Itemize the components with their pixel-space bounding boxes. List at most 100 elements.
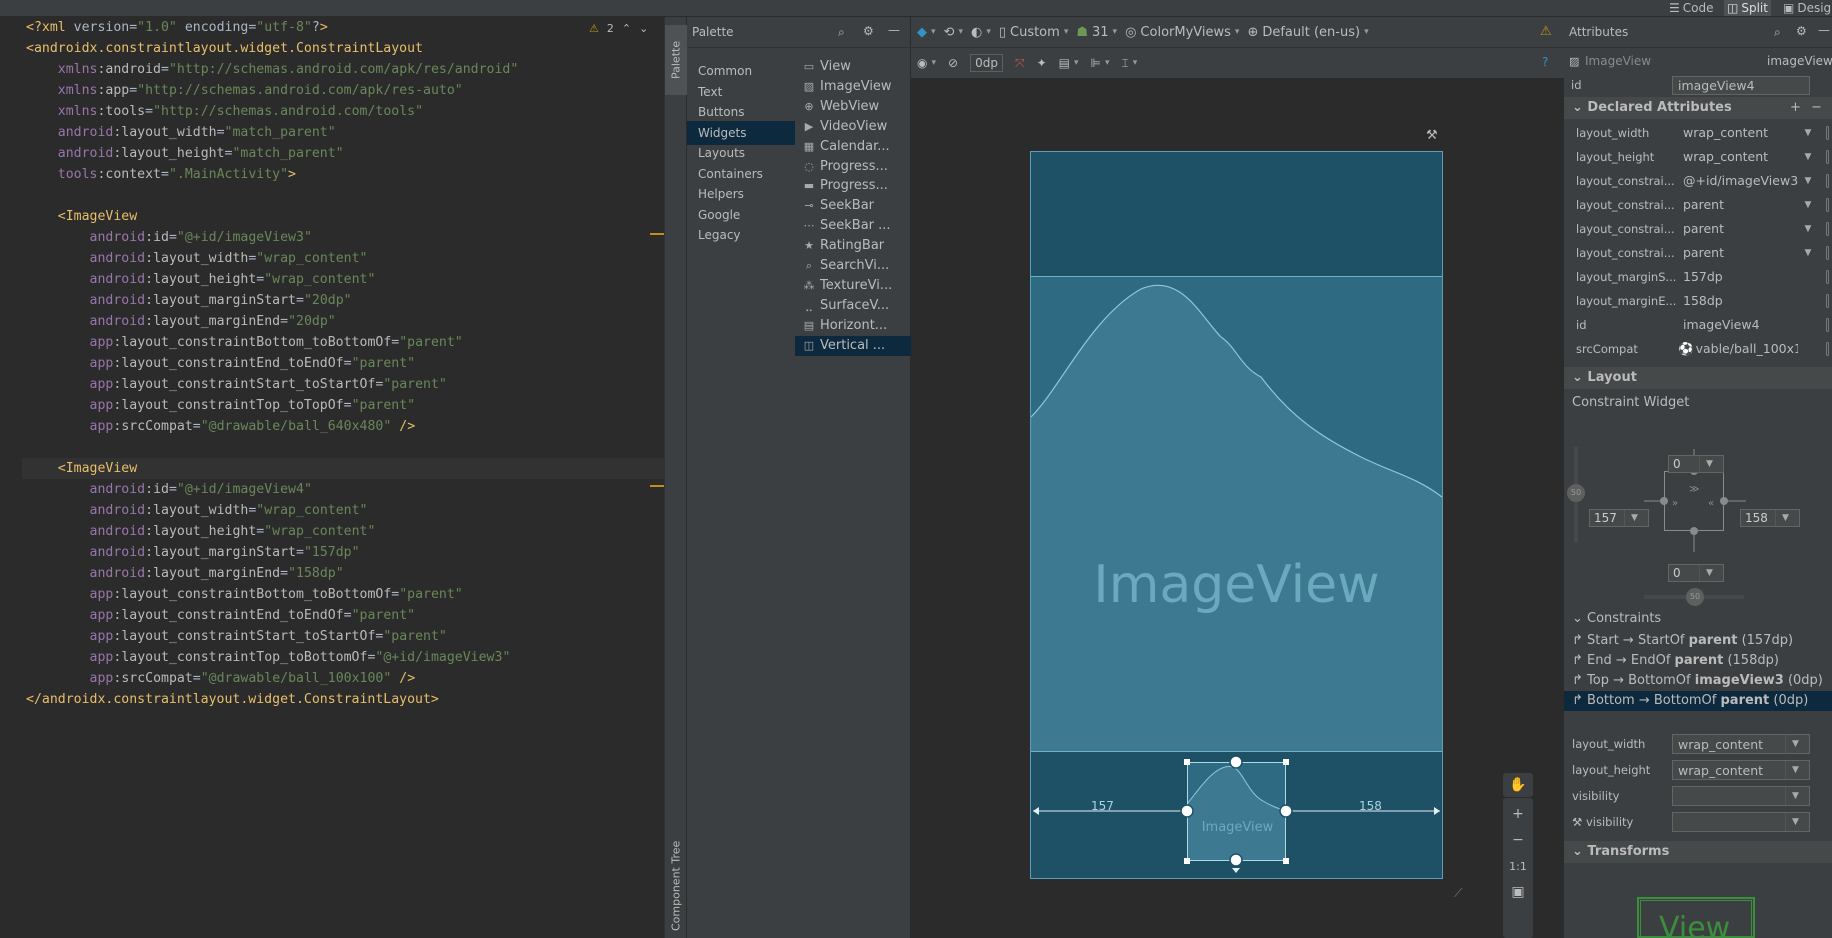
palette-widget-item[interactable]: ▶ VideoView <box>795 117 911 137</box>
palette-widget-item[interactable]: ◫ Vertical ... <box>795 335 911 356</box>
dropdown-arrow-icon[interactable]: ▼ <box>1785 787 1805 805</box>
code-line[interactable]: android:id="@+id/imageView4" <box>26 479 312 500</box>
dropdown-arrow-icon[interactable]: ▼ <box>1798 220 1818 238</box>
code-line[interactable]: <ImageView <box>26 458 137 479</box>
constraint-item[interactable]: ↱ Top → BottomOf imageView3 (0dp) <box>1564 671 1832 691</box>
declared-attribute-row[interactable]: layout_constrai... parent ▼ <box>1564 217 1832 241</box>
transforms-section-header[interactable]: ⌄ Transforms <box>1564 841 1832 863</box>
infer-constraints-icon[interactable]: ✦ <box>1037 56 1047 70</box>
palette-category-legacy[interactable]: Legacy <box>687 223 795 247</box>
layout-attribute-dropdown[interactable]: ▼ <box>1672 812 1810 832</box>
constraint-item[interactable]: ↱ End → EndOf parent (158dp) <box>1564 651 1832 671</box>
margin-end-spinner[interactable]: 158 ▼ <box>1740 509 1800 527</box>
design-mode-button[interactable]: ▣Design <box>1780 0 1832 16</box>
attribute-resource-picker[interactable] <box>1826 270 1829 284</box>
palette-widget-item[interactable]: ▬ Progress... <box>795 176 911 196</box>
gear-icon[interactable]: ⚙ <box>863 24 874 38</box>
attribute-value[interactable]: wrap_content <box>1683 125 1768 140</box>
constraints-header[interactable]: ⌄ Constraints <box>1572 611 1661 626</box>
locale-dropdown[interactable]: ⊕ Default (en-us) ▾ <box>1247 25 1368 40</box>
attribute-value[interactable]: parent <box>1683 197 1724 212</box>
attribute-resource-picker[interactable] <box>1826 318 1829 332</box>
attribute-value[interactable]: parent <box>1683 245 1724 260</box>
code-line[interactable]: app:layout_constraintBottom_toBottomOf="… <box>26 584 463 605</box>
declared-attribute-row[interactable]: layout_constrai... parent ▼ <box>1564 241 1832 265</box>
dropdown-arrow-icon[interactable]: ▼ <box>1785 813 1805 831</box>
layout-attribute-dropdown[interactable]: ▼ <box>1672 786 1810 806</box>
declared-attribute-row[interactable]: srcCompat ⚽vable/ball_100x100 <box>1564 337 1832 361</box>
code-line[interactable]: android:layout_marginEnd="158dp" <box>26 563 344 584</box>
remove-attribute-icon[interactable]: − <box>1811 97 1822 119</box>
attribute-resource-picker[interactable] <box>1826 246 1829 260</box>
constraint-item[interactable]: ↱ Bottom → BottomOf parent (0dp) <box>1564 691 1832 711</box>
dropdown-arrow-icon[interactable]: ▼ <box>1798 172 1818 190</box>
api-dropdown[interactable]: ☗ 31 ▾ <box>1076 25 1117 40</box>
code-line[interactable]: android:layout_width="match_parent" <box>26 122 336 143</box>
declared-attribute-row[interactable]: layout_constrai... @+id/imageView3 ▼ <box>1564 169 1832 193</box>
warning-stripe[interactable] <box>650 485 664 487</box>
layout-section-header[interactable]: ⌄ Layout <box>1564 367 1832 389</box>
zoom-fit-icon[interactable]: ▣ <box>1503 880 1533 904</box>
declared-attributes-header[interactable]: ⌄ Declared Attributes + − <box>1564 97 1832 119</box>
palette-widget-item[interactable]: ▭ View <box>795 57 911 77</box>
declared-attribute-row[interactable]: layout_marginS... 157dp <box>1564 265 1832 289</box>
palette-widget-item[interactable]: ⊸ SeekBar <box>795 196 911 216</box>
autoconnect-icon[interactable]: ⊘ <box>948 56 958 70</box>
code-line[interactable]: android:layout_marginEnd="20dp" <box>26 311 336 332</box>
orientation-toggle[interactable]: ⟲ ▾ <box>944 25 963 40</box>
palette-widget-item[interactable]: ⋯ SeekBar ... <box>795 216 911 236</box>
code-line[interactable]: app:layout_constraintEnd_toEndOf="parent… <box>26 605 416 626</box>
device-screen[interactable]: ImageView ImageView 157 158 <box>1030 151 1443 879</box>
code-line[interactable]: tools:context=".MainActivity"> <box>26 164 296 185</box>
declared-attribute-row[interactable]: layout_marginE... 158dp <box>1564 289 1832 313</box>
zoom-out-icon[interactable]: − <box>1503 828 1533 852</box>
attribute-resource-picker[interactable] <box>1826 342 1829 356</box>
dropdown-arrow-icon[interactable]: ▼ <box>1798 148 1818 166</box>
dropdown-arrow-icon[interactable]: ▼ <box>1699 565 1719 581</box>
palette-widget-item[interactable]: ⊕ WebView <box>795 97 911 117</box>
pan-icon[interactable]: ✋ <box>1503 773 1533 797</box>
palette-tab[interactable]: Palette <box>665 25 687 95</box>
palette-widget-item[interactable]: ▤ Horizont... <box>795 316 911 336</box>
dropdown-arrow-icon[interactable]: ▼ <box>1798 124 1818 142</box>
pack-icon[interactable]: ▤ ▾ <box>1059 56 1079 70</box>
zoom-in-icon[interactable]: + <box>1503 802 1533 826</box>
minimize-icon[interactable]: — <box>1818 23 1830 37</box>
warning-stripe[interactable] <box>650 233 664 235</box>
attribute-resource-picker[interactable] <box>1826 174 1829 188</box>
zoom-actual-button[interactable]: 1:1 <box>1503 854 1533 878</box>
code-line[interactable]: android:layout_width="wrap_content" <box>26 248 368 269</box>
editor-inspection-widget[interactable]: ⚠ 2 ⌃ ⌄ <box>589 22 648 35</box>
dropdown-arrow-icon[interactable]: ▼ <box>1699 456 1719 472</box>
align-icon[interactable]: ⊫ ▾ <box>1091 56 1110 70</box>
declared-attribute-row[interactable]: id imageView4 <box>1564 313 1832 337</box>
attribute-value[interactable]: wrap_content <box>1683 149 1768 164</box>
component-tree-tab[interactable]: Component Tree <box>665 837 687 935</box>
palette-widget-item[interactable]: ⣀ SurfaceV... <box>795 296 911 316</box>
view-options-button[interactable]: ◉ ▾ <box>917 56 936 70</box>
palette-widget-item[interactable]: ⁂ TextureVi... <box>795 276 911 296</box>
attribute-value[interactable]: imageView4 <box>1683 317 1760 332</box>
code-line[interactable]: app:layout_constraintTop_toBottomOf="@+i… <box>26 647 511 668</box>
night-mode-toggle[interactable]: ◐ ▾ <box>971 25 991 40</box>
code-line[interactable]: app:layout_constraintEnd_toEndOf="parent… <box>26 353 416 374</box>
default-margin-field[interactable]: 0dp <box>970 54 1003 72</box>
code-line[interactable]: app:layout_constraintTop_toTopOf="parent… <box>26 395 416 416</box>
minimize-icon[interactable]: — <box>888 23 900 37</box>
device-dropdown[interactable]: ▯ Custom ▾ <box>999 25 1069 40</box>
attribute-resource-picker[interactable] <box>1826 198 1829 212</box>
resize-handle-icon[interactable]: ⟋ <box>1454 886 1462 901</box>
wrench-icon[interactable]: ⚒ <box>1426 128 1438 143</box>
layout-attribute-dropdown[interactable]: wrap_content ▼ <box>1672 734 1810 754</box>
attribute-value[interactable]: 158dp <box>1683 293 1723 308</box>
dropdown-arrow-icon[interactable]: ▼ <box>1785 761 1805 779</box>
attribute-resource-picker[interactable] <box>1826 222 1829 236</box>
code-line[interactable]: app:srcCompat="@drawable/ball_640x480" /… <box>26 416 416 437</box>
margin-start-spinner[interactable]: 157 ▼ <box>1589 509 1649 527</box>
code-line[interactable]: </androidx.constraintlayout.widget.Const… <box>26 689 439 710</box>
theme-dropdown[interactable]: ◎ ColorMyViews ▾ <box>1125 25 1239 40</box>
attribute-value[interactable]: @+id/imageView3 <box>1683 173 1798 188</box>
dropdown-arrow-icon[interactable]: ▼ <box>1624 510 1644 526</box>
layout-canvas[interactable]: ⚒ ImageView ImageView 157 158 ⟋ ✋ + − 1:… <box>911 78 1564 938</box>
split-mode-button[interactable]: ◫ Split <box>1724 0 1771 16</box>
